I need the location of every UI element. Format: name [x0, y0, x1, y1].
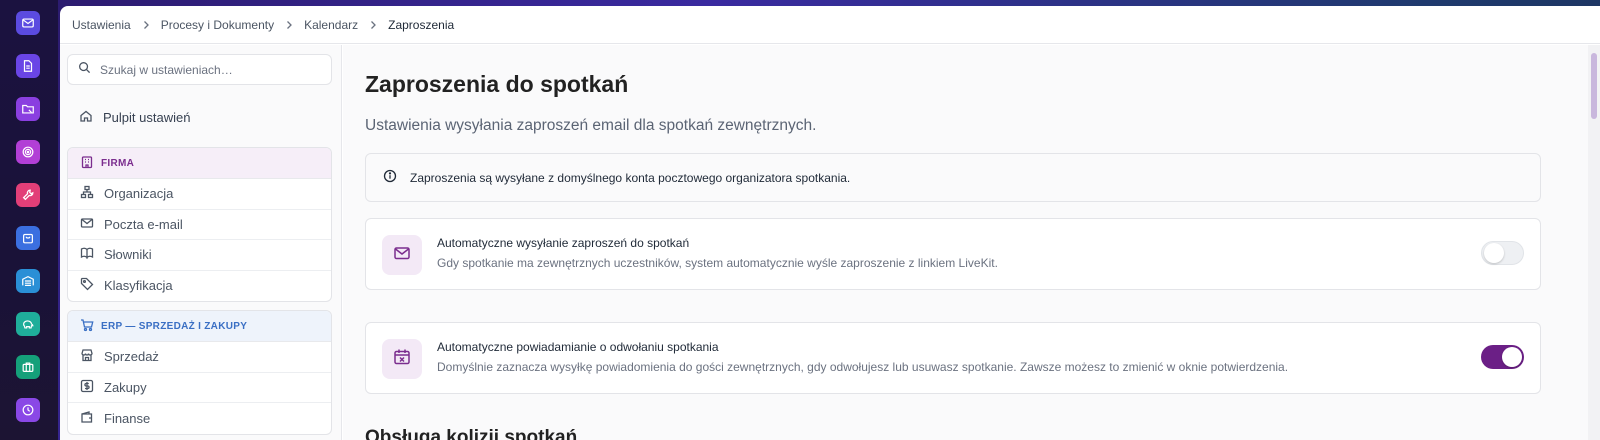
- tag-icon: [80, 277, 104, 294]
- sidebar-item-sprzedaz[interactable]: Sprzedaż: [68, 342, 331, 373]
- clock-icon[interactable]: [16, 398, 40, 422]
- info-banner: Zaproszenia są wysyłane z domyślnego kon…: [365, 153, 1541, 202]
- sidebar-item-poczta[interactable]: Poczta e-mail: [68, 210, 331, 240]
- wrench-icon[interactable]: [16, 183, 40, 207]
- toggle-knob: [1484, 243, 1504, 263]
- search-input[interactable]: [100, 62, 320, 77]
- settings-window: Ustawienia Procesy i Dokumenty Kalendarz…: [60, 6, 1600, 440]
- sidebar-group-firma: FIRMA Organizacja Poczta e-mail Słowniki…: [67, 147, 332, 302]
- info-text: Zaproszenia są wysyłane z domyślnego kon…: [410, 170, 851, 185]
- search-box[interactable]: [67, 54, 332, 85]
- sidebar-item-dashboard[interactable]: Pulpit ustawień: [67, 103, 332, 131]
- org-chart-icon: [80, 185, 104, 202]
- settings-sidebar: Pulpit ustawień FIRMA Organizacja Poczta…: [60, 45, 342, 440]
- sidebar-group-header[interactable]: ERP — SPRZEDAŻ I ZAKUPY: [68, 311, 331, 342]
- mail-icon: [392, 243, 412, 268]
- scrollbar-thumb[interactable]: [1591, 53, 1597, 119]
- wallet-icon: [80, 410, 104, 427]
- document-icon[interactable]: [16, 54, 40, 78]
- chevron-right-icon: [141, 20, 151, 30]
- sidebar-item-label: Sprzedaż: [104, 349, 159, 365]
- sidebar-group-header[interactable]: FIRMA: [68, 148, 331, 179]
- section-title: Obsługa kolizji spotkań: [365, 427, 578, 440]
- page-title: Zaproszenia do spotkań: [365, 71, 629, 97]
- setting-card-auto-invite: Automatyczne wysyłanie zaproszeń do spot…: [365, 218, 1541, 290]
- target-icon[interactable]: [16, 140, 40, 164]
- briefcase-icon[interactable]: [16, 355, 40, 379]
- bag-icon[interactable]: [16, 226, 40, 250]
- sidebar-group-title: FIRMA: [101, 157, 135, 169]
- breadcrumb-ustawienia[interactable]: Ustawienia: [72, 18, 131, 32]
- toggle-knob: [1502, 347, 1522, 367]
- sidebar-item-zakupy[interactable]: Zakupy: [68, 373, 331, 403]
- info-icon: [383, 169, 410, 186]
- sidebar-item-label: Pulpit ustawień: [103, 109, 191, 125]
- search-icon: [78, 61, 91, 79]
- auto-invite-toggle[interactable]: [1481, 241, 1524, 265]
- sidebar-group-erp: ERP — SPRZEDAŻ I ZAKUPY Sprzedaż Zakupy …: [67, 310, 332, 435]
- sidebar-item-klasyfikacja[interactable]: Klasyfikacja: [68, 271, 331, 302]
- sidebar-item-label: Zakupy: [104, 379, 147, 395]
- sidebar-group-title: ERP — SPRZEDAŻ I ZAKUPY: [101, 320, 248, 332]
- setting-card-cancel-notify: Automatyczne powiadamianie o odwołaniu s…: [365, 322, 1541, 394]
- mail-icon[interactable]: [16, 11, 40, 35]
- breadcrumb-current: Zaproszenia: [388, 17, 455, 32]
- sidebar-item-label: Klasyfikacja: [104, 278, 173, 294]
- sidebar-item-finanse[interactable]: Finanse: [68, 403, 331, 434]
- setting-title: Automatyczne wysyłanie zaproszeń do spot…: [437, 236, 690, 250]
- breadcrumb: Ustawienia Procesy i Dokumenty Kalendarz…: [60, 6, 1600, 44]
- scrollbar[interactable]: [1588, 45, 1600, 440]
- dollar-icon: [80, 379, 104, 396]
- warehouse-icon[interactable]: [16, 269, 40, 293]
- card-icon-wrapper: [382, 339, 422, 379]
- sidebar-item-label: Organizacja: [104, 186, 174, 202]
- store-icon: [80, 348, 104, 365]
- setting-title: Automatyczne powiadamianie o odwołaniu s…: [437, 340, 719, 354]
- cart-icon: [80, 318, 101, 335]
- sidebar-item-label: Słowniki: [104, 247, 152, 263]
- sidebar-item-slowniki[interactable]: Słowniki: [68, 240, 331, 271]
- sidebar-item-label: Finanse: [104, 410, 151, 426]
- folder-icon[interactable]: [16, 97, 40, 121]
- building-icon: [80, 155, 101, 172]
- mail-icon: [80, 216, 104, 233]
- breadcrumb-procesy[interactable]: Procesy i Dokumenty: [161, 18, 274, 32]
- book-icon: [80, 246, 104, 263]
- calendar-x-icon: [392, 347, 412, 372]
- app-rail: [0, 0, 58, 440]
- main-panel: Zaproszenia do spotkań Ustawienia wysyła…: [343, 45, 1600, 440]
- breadcrumb-kalendarz[interactable]: Kalendarz: [304, 18, 358, 32]
- chevron-right-icon: [284, 20, 294, 30]
- chevron-right-icon: [368, 20, 378, 30]
- cancel-notify-toggle[interactable]: [1481, 345, 1524, 369]
- sidebar-item-label: Poczta e-mail: [104, 216, 183, 232]
- piggy-bank-icon[interactable]: [16, 312, 40, 336]
- sidebar-item-organizacja[interactable]: Organizacja: [68, 179, 331, 210]
- setting-description: Domyślnie zaznacza wysyłkę powiadomienia…: [437, 360, 1289, 374]
- card-icon-wrapper: [382, 235, 422, 275]
- page-subtitle: Ustawienia wysyłania zaproszeń email dla…: [365, 117, 817, 134]
- home-icon: [79, 109, 103, 126]
- setting-description: Gdy spotkanie ma zewnętrznych uczestnikó…: [437, 256, 998, 270]
